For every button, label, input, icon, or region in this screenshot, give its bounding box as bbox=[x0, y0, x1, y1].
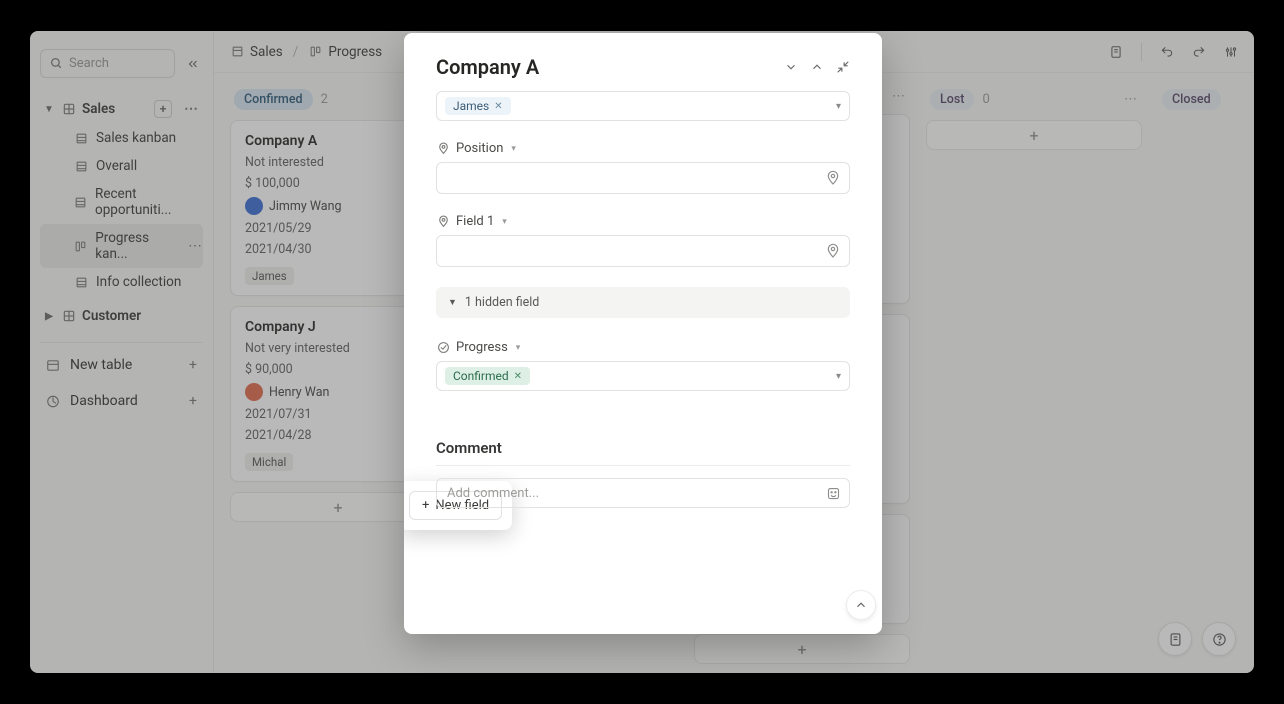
record-modal: Company A James ✕ ▾ Position ▾ Field 1 ▾ bbox=[404, 33, 882, 634]
caret-down-icon: ▼ bbox=[448, 297, 457, 308]
chip-label: Confirmed bbox=[453, 369, 509, 383]
chip-remove-icon[interactable]: ✕ bbox=[514, 371, 522, 382]
chevron-down-icon: ▾ bbox=[516, 343, 521, 353]
comment-input[interactable]: Add comment... bbox=[436, 478, 850, 508]
map-pin-icon[interactable] bbox=[825, 243, 841, 259]
hidden-fields-text: 1 hidden field bbox=[465, 295, 539, 310]
field-label-progress[interactable]: Progress ▾ bbox=[436, 340, 850, 355]
field-label-text: Field 1 bbox=[456, 214, 494, 229]
progress-chip[interactable]: Confirmed ✕ bbox=[445, 367, 530, 385]
chevron-down-icon: ▾ bbox=[502, 217, 507, 227]
assignee-chip[interactable]: James ✕ bbox=[445, 97, 511, 115]
progress-select[interactable]: Confirmed ✕ ▾ bbox=[436, 361, 850, 391]
field-label-position[interactable]: Position ▾ bbox=[436, 141, 850, 156]
field1-input[interactable] bbox=[436, 235, 850, 267]
chip-remove-icon[interactable]: ✕ bbox=[494, 101, 502, 112]
field-label-field1[interactable]: Field 1 ▾ bbox=[436, 214, 850, 229]
plus-icon: + bbox=[422, 498, 429, 513]
position-input[interactable] bbox=[436, 162, 850, 194]
chevron-down-icon: ▾ bbox=[511, 144, 516, 154]
emoji-icon[interactable] bbox=[826, 486, 841, 501]
chevron-up-icon[interactable] bbox=[810, 60, 824, 74]
divider bbox=[436, 465, 850, 466]
modal-body: James ✕ ▾ Position ▾ Field 1 ▾ ▼ 1 hidde… bbox=[404, 79, 882, 634]
modal-title: Company A bbox=[436, 55, 539, 79]
comment-heading: Comment bbox=[436, 439, 850, 457]
comment-placeholder: Add comment... bbox=[447, 486, 539, 501]
chevron-down-icon: ▾ bbox=[836, 371, 841, 382]
scroll-to-top-button[interactable] bbox=[846, 590, 876, 620]
map-pin-icon[interactable] bbox=[825, 170, 841, 186]
minimize-icon[interactable] bbox=[836, 60, 850, 74]
chip-label: James bbox=[453, 99, 489, 113]
field-label-text: Progress bbox=[456, 340, 508, 355]
select-icon bbox=[436, 341, 450, 355]
field-label-text: Position bbox=[456, 141, 503, 156]
assignee-select[interactable]: James ✕ ▾ bbox=[436, 91, 850, 121]
location-icon bbox=[436, 215, 450, 229]
chevron-down-icon[interactable] bbox=[784, 60, 798, 74]
location-icon bbox=[436, 142, 450, 156]
hidden-fields-toggle[interactable]: ▼ 1 hidden field bbox=[436, 287, 850, 318]
chevron-down-icon: ▾ bbox=[836, 101, 841, 112]
